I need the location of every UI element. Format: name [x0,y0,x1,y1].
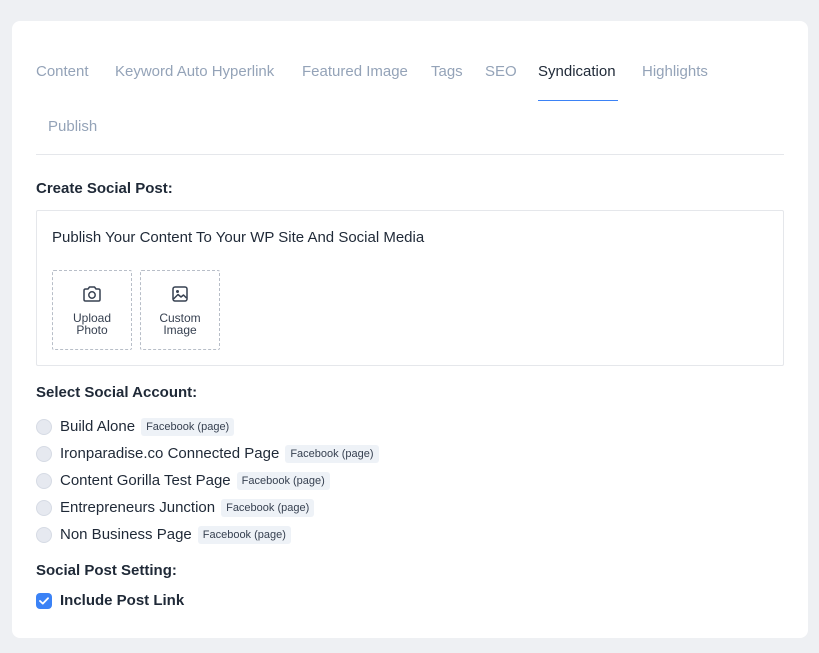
tab-publish[interactable]: Publish [48,117,97,137]
account-option[interactable]: Build Alone Facebook (page) [36,417,235,437]
image-icon [171,285,189,308]
account-type-badge: Facebook (page) [221,499,315,517]
upload-photo-button[interactable]: Upload Photo [52,270,132,350]
tab-syndication[interactable]: Syndication [538,62,616,82]
account-option[interactable]: Non Business Page Facebook (page) [36,525,291,545]
social-post-composer: Publish Your Content To Your WP Site And… [36,210,784,366]
active-tab-indicator [538,100,618,101]
tab-content[interactable]: Content [36,62,89,82]
account-name: Ironparadise.co Connected Page [60,445,280,462]
account-radio[interactable] [36,446,52,462]
tab-keyword-auto-hyperlink[interactable]: Keyword Auto Hyperlink [115,62,274,82]
account-option[interactable]: Ironparadise.co Connected Page Facebook … [36,444,379,464]
upload-photo-label: Upload Photo [72,310,112,337]
camera-icon [82,285,102,308]
account-option[interactable]: Entrepreneurs Junction Facebook (page) [36,498,315,518]
social-post-setting-title: Social Post Setting: [36,562,177,579]
custom-image-button[interactable]: Custom Image [140,270,220,350]
account-radio[interactable] [36,473,52,489]
syndication-card: Content Keyword Auto Hyperlink Featured … [12,21,808,638]
account-type-badge: Facebook (page) [197,526,291,544]
tab-featured-image[interactable]: Featured Image [302,62,408,82]
account-name: Entrepreneurs Junction [60,499,216,516]
include-post-link-checkbox[interactable] [36,593,52,609]
select-social-account-title: Select Social Account: [36,384,198,401]
include-post-link-option[interactable]: Include Post Link [36,591,184,611]
account-name: Non Business Page [60,526,192,543]
include-post-link-label: Include Post Link [60,592,185,609]
account-type-badge: Facebook (page) [141,418,235,436]
account-type-badge: Facebook (page) [236,472,330,490]
tab-tags[interactable]: Tags [431,62,463,82]
tab-highlights[interactable]: Highlights [642,62,708,82]
create-social-post-title: Create Social Post: [36,180,173,197]
checkmark-icon [39,597,49,605]
account-name: Content Gorilla Test Page [60,472,231,489]
account-name: Build Alone [60,418,136,435]
account-option[interactable]: Content Gorilla Test Page Facebook (page… [36,471,330,491]
account-radio[interactable] [36,527,52,543]
tab-seo[interactable]: SEO [485,62,517,82]
tab-bar: Content Keyword Auto Hyperlink Featured … [36,21,784,155]
post-text[interactable]: Publish Your Content To Your WP Site And… [52,228,424,248]
custom-image-label: Custom Image [159,310,201,337]
account-type-badge: Facebook (page) [285,445,379,463]
account-radio[interactable] [36,500,52,516]
account-radio[interactable] [36,419,52,435]
